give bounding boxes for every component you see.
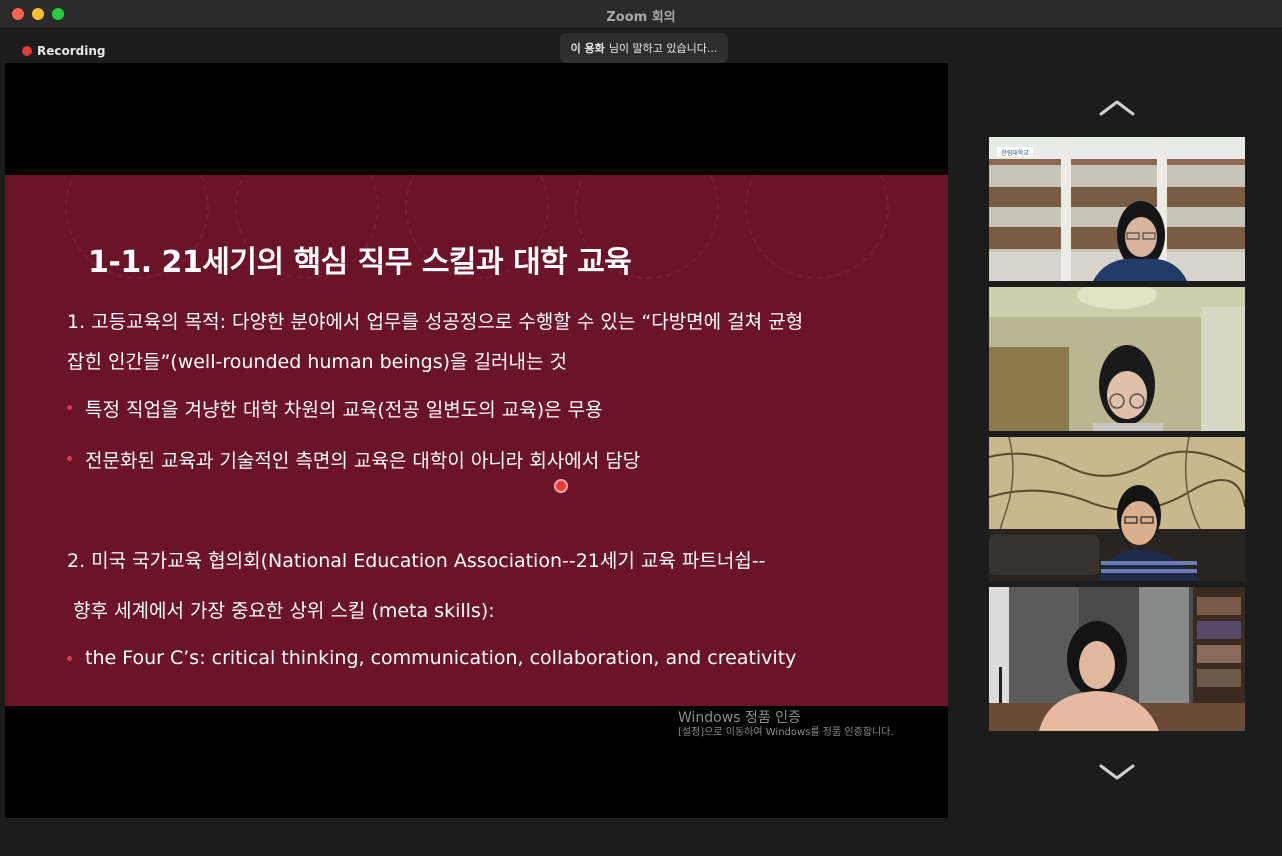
bullet-icon — [67, 456, 72, 461]
recording-indicator[interactable]: Recording — [22, 44, 106, 58]
participant-video-tile[interactable] — [989, 287, 1245, 431]
slide-text-line: 전문화된 교육과 기술적인 측면의 교육은 대학이 아니라 회사에서 담당 — [85, 450, 641, 472]
bullet-icon — [67, 405, 72, 410]
chevron-down-icon[interactable] — [1098, 762, 1136, 782]
slide-text-line: 1. 고등교육의 목적: 다양한 분야에서 업무를 성공정으로 수행할 수 있는… — [67, 311, 804, 333]
presentation-slide: 1-1. 21세기의 핵심 직무 스킬과 대학 교육 1. 고등교육의 목적: … — [5, 175, 948, 706]
window-title: Zoom 회의 — [606, 10, 676, 25]
active-speaker-notice: 이 용화 님이 말하고 있습니다... — [560, 33, 728, 63]
bullet-icon — [67, 656, 72, 661]
meeting-bottom-bar — [0, 818, 1282, 856]
slide-text-line: 향후 세계에서 가장 중요한 상위 스킬 (meta skills): — [73, 600, 495, 622]
slide-text-line: the Four C’s: critical thinking, communi… — [85, 647, 797, 669]
participant-video — [989, 587, 1245, 731]
participant-video-tile[interactable] — [989, 437, 1245, 581]
slide-decoration — [745, 175, 889, 279]
participant-video — [989, 437, 1245, 581]
slide-title: 1-1. 21세기의 핵심 직무 스킬과 대학 교육 — [88, 245, 632, 280]
slide-text-line: 특정 직업을 겨냥한 대학 차원의 교육(전공 일변도의 교육)은 무용 — [85, 399, 603, 421]
title-bar: Zoom 회의 — [0, 0, 1282, 29]
speaker-name: 이 용화 — [570, 42, 605, 55]
zoom-window: Zoom 회의 Recording 이 용화 님이 말하고 있습니다... 1-… — [0, 0, 1282, 856]
recording-dot-icon — [22, 46, 32, 56]
speaker-status: 님이 말하고 있습니다... — [608, 42, 718, 55]
university-logo: 한림대학교 — [1001, 149, 1029, 157]
participant-video-tile[interactable] — [989, 587, 1245, 731]
chevron-up-icon[interactable] — [1098, 98, 1136, 118]
participant-video: 한림대학교 — [989, 137, 1245, 281]
recording-label: Recording — [37, 44, 106, 58]
slide-text-line: 잡힌 인간들”(well-rounded human beings)을 길러내는… — [67, 351, 568, 373]
participant-video — [989, 287, 1245, 431]
participant-video-tile[interactable]: 한림대학교 — [989, 137, 1245, 281]
slide-text-line: 2. 미국 국가교육 협의회(National Education Associ… — [67, 550, 766, 572]
windows-activation-subtitle: [설정]으로 이동하여 Windows를 정품 인증합니다. — [678, 727, 894, 738]
laser-pointer-icon — [556, 481, 566, 491]
windows-activation-title: Windows 정품 인증 — [678, 710, 801, 726]
